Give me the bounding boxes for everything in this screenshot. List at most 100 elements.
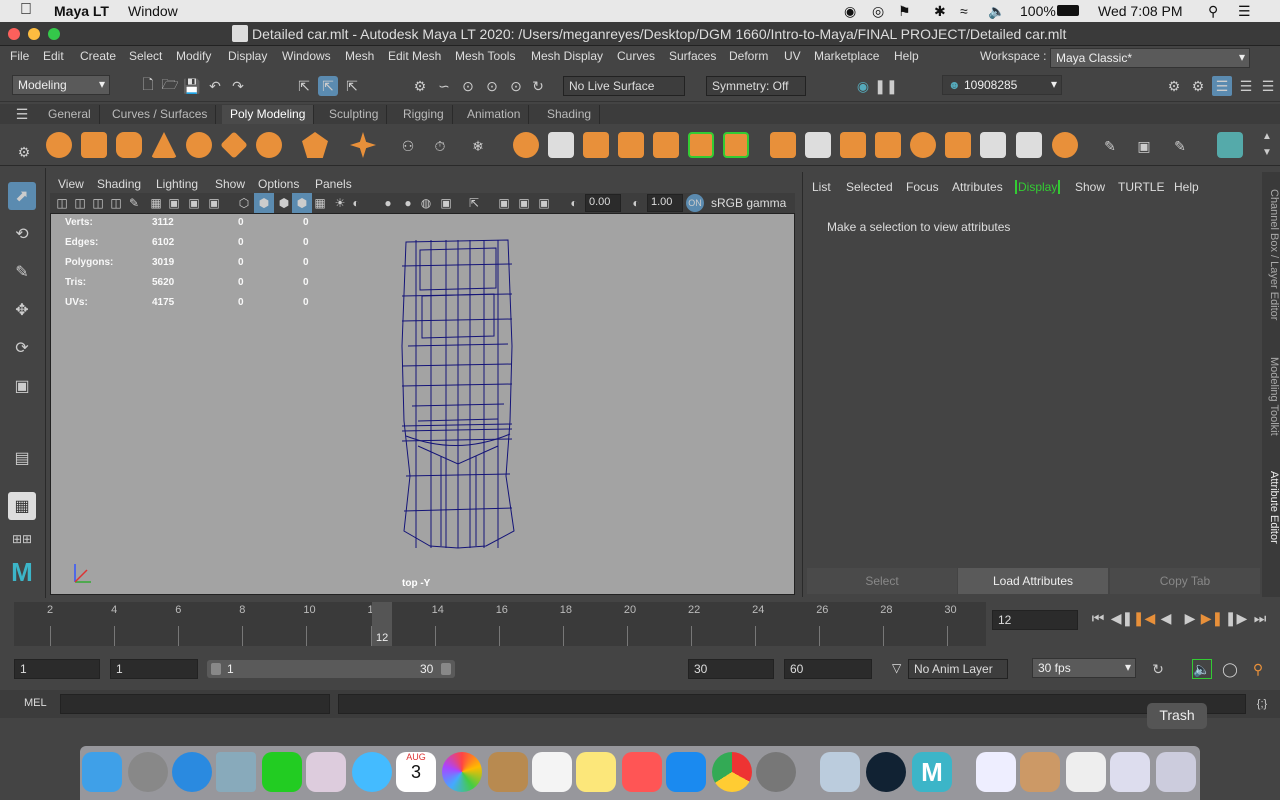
insert-edge-loop-icon[interactable] xyxy=(945,132,971,158)
step-forward-key-icon[interactable]: ▶❚ xyxy=(1201,608,1224,628)
edit-icon[interactable]: ✎ xyxy=(1170,136,1190,156)
bluetooth-icon[interactable]: ✱ xyxy=(934,3,946,20)
minimize-window-button[interactable] xyxy=(28,28,40,40)
poly-disc-icon[interactable] xyxy=(256,132,282,158)
target-weld-icon[interactable] xyxy=(1016,132,1042,158)
render-icon[interactable]: ◉ xyxy=(853,76,873,96)
multi-cut-icon[interactable] xyxy=(980,132,1006,158)
measure-icon[interactable]: ⏱ xyxy=(430,136,450,156)
battery-icon[interactable] xyxy=(1057,5,1079,16)
creative-cloud-icon[interactable]: ◉ xyxy=(844,3,856,20)
tab-attribute-editor[interactable]: Attribute Editor xyxy=(1262,462,1280,552)
select-object-icon[interactable]: ⇱ xyxy=(318,76,338,96)
workspace-dropdown[interactable]: Maya Classic* ▾ xyxy=(1050,48,1250,68)
viewport-menu-show[interactable]: Show xyxy=(215,177,245,191)
live-surface-field[interactable]: No Live Surface xyxy=(563,76,685,96)
menu-uv[interactable]: UV xyxy=(784,49,801,63)
layer-editor-icon[interactable]: ☰ xyxy=(1258,76,1278,96)
tab-sculpting[interactable]: Sculpting xyxy=(321,105,388,124)
single-perspective-layout-icon[interactable]: ▤ xyxy=(8,444,36,472)
maya-lt-icon[interactable]: M xyxy=(912,752,952,792)
film-gate-icon[interactable]: ▣ xyxy=(164,193,184,213)
select-hierarchy-icon[interactable]: ⇱ xyxy=(294,76,314,96)
select-button[interactable]: Select xyxy=(807,568,957,594)
smooth-shade-icon[interactable]: ⬢ xyxy=(254,193,274,213)
animation-end-field[interactable]: 60 xyxy=(784,659,872,679)
snap-point-icon[interactable]: ⊙ xyxy=(458,76,478,96)
select-tool-icon[interactable]: ⬈ xyxy=(8,182,36,210)
menu-surfaces[interactable]: Surfaces xyxy=(669,49,716,63)
smooth-icon[interactable] xyxy=(618,132,644,158)
gate-mask-icon[interactable]: ▣ xyxy=(204,193,224,213)
range-end-handle[interactable] xyxy=(441,663,451,675)
symmetry-field[interactable]: Symmetry: Off xyxy=(706,76,806,96)
loop-icon[interactable]: ↻ xyxy=(1148,659,1168,679)
pencil-icon[interactable]: ✎ xyxy=(1100,136,1120,156)
four-view-layout-icon[interactable]: ▦ xyxy=(8,492,36,520)
textured-icon[interactable]: ⬢ xyxy=(292,193,312,213)
stack-downloads-icon[interactable] xyxy=(1066,752,1106,792)
tripod-icon[interactable]: ⚇ xyxy=(398,136,418,156)
reduce-icon[interactable] xyxy=(653,132,679,158)
facetime-icon[interactable] xyxy=(262,752,302,792)
platonic-solid-icon[interactable] xyxy=(302,132,328,158)
menuset-dropdown[interactable]: Modeling ▾ xyxy=(12,75,110,95)
layout-shortcuts-icon[interactable]: ⊞⊞ xyxy=(8,530,36,548)
isolate-select-icon[interactable]: ▣ xyxy=(436,193,456,213)
menu-mesh[interactable]: Mesh xyxy=(345,49,374,63)
user-account-dropdown[interactable]: ☻ 10908285 ▾ xyxy=(942,75,1062,95)
depth-of-field-icon[interactable]: ◍ xyxy=(416,193,436,213)
multisample-icon[interactable]: ● xyxy=(398,193,418,213)
snap-surface-icon[interactable]: ⊙ xyxy=(506,76,526,96)
menu-curves[interactable]: Curves xyxy=(617,49,655,63)
image-plane-icon[interactable]: ◫ xyxy=(106,193,126,213)
snap-view-icon[interactable]: ⊙ xyxy=(482,76,502,96)
tab-curves-surfaces[interactable]: Curves / Surfaces xyxy=(104,105,217,124)
flag-icon[interactable]: ⚑ xyxy=(898,3,911,20)
pause-icon[interactable]: ❚❚ xyxy=(874,76,897,96)
gitkraken-icon[interactable] xyxy=(866,752,906,792)
calendar-icon[interactable]: AUG 3 xyxy=(396,752,436,792)
trash-icon[interactable] xyxy=(1156,752,1196,792)
exposure-icon[interactable]: ◐ xyxy=(564,193,584,213)
undo-icon[interactable]: ↶ xyxy=(205,76,225,96)
poly-cone-icon[interactable] xyxy=(151,132,177,158)
tool-settings-icon[interactable]: ⚙ xyxy=(1188,76,1208,96)
menu-modify[interactable]: Modify xyxy=(176,49,211,63)
menu-display[interactable]: Display xyxy=(228,49,267,63)
menu-create[interactable]: Create xyxy=(80,49,116,63)
menu-mesh-display[interactable]: Mesh Display xyxy=(531,49,603,63)
mirror-icon[interactable] xyxy=(583,132,609,158)
preview-icon[interactable] xyxy=(820,752,860,792)
window-menu[interactable]: Window xyxy=(128,3,178,19)
animation-preferences-icon[interactable]: ⚲ xyxy=(1248,659,1268,679)
photos-icon[interactable] xyxy=(442,752,482,792)
snap-live-icon[interactable]: ↻ xyxy=(528,76,548,96)
menu-marketplace[interactable]: Marketplace xyxy=(814,49,879,63)
new-scene-icon[interactable]: 🗋 xyxy=(138,76,158,96)
menu-file[interactable]: File xyxy=(10,49,29,63)
play-forwards-icon[interactable]: ▶ xyxy=(1180,608,1200,628)
step-forward-frame-icon[interactable]: ❚▶ xyxy=(1225,608,1248,628)
playback-start-field[interactable]: 1 xyxy=(110,659,198,679)
reminders-icon[interactable] xyxy=(532,752,572,792)
menu-help[interactable]: Help xyxy=(894,49,919,63)
tab-animation[interactable]: Animation xyxy=(459,105,530,124)
clock[interactable]: Wed 7:08 PM xyxy=(1098,3,1183,19)
anim-layer-field[interactable]: No Anim Layer xyxy=(908,659,1008,679)
menu-edit[interactable]: Edit xyxy=(43,49,64,63)
lasso-tool-icon[interactable]: ⟲ xyxy=(8,220,36,248)
notification-center-icon[interactable]: ☰ xyxy=(1238,3,1251,20)
frame-icon[interactable]: ▣ xyxy=(534,193,554,213)
boolean-union-icon[interactable] xyxy=(688,132,714,158)
poly-cylinder-icon[interactable] xyxy=(116,132,142,158)
media-icon[interactable]: ◎ xyxy=(872,3,884,20)
select-component-icon[interactable]: ⇱ xyxy=(342,76,362,96)
maps-icon[interactable] xyxy=(306,752,346,792)
spotlight-search-icon[interactable]: ⚲ xyxy=(1208,3,1218,20)
grid-icon[interactable]: ▦ xyxy=(146,193,166,213)
move-tool-icon[interactable]: ✥ xyxy=(8,296,36,324)
step-back-frame-icon[interactable]: ◀❚ xyxy=(1111,608,1134,628)
extrude-icon[interactable] xyxy=(770,132,796,158)
ae-menu-selected[interactable]: Selected xyxy=(846,180,893,194)
